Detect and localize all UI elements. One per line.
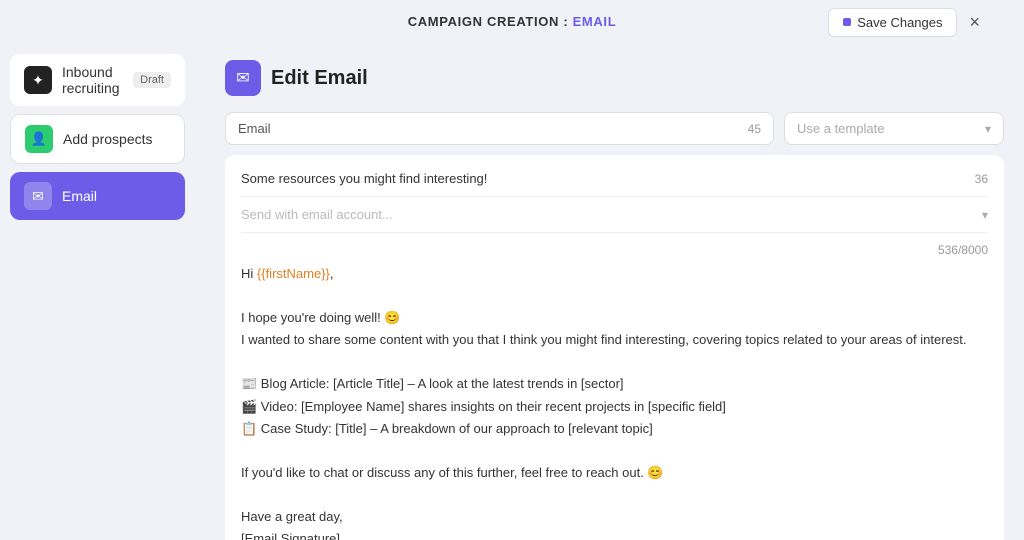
sidebar: ✦ Inbound recruiting Draft 👤 Add prospec… [0,44,195,540]
main-content: ✉ Edit Email Email 45 Use a template ▾ S… [205,44,1024,540]
sidebar-item-email-label: Email [62,188,97,204]
save-changes-button[interactable]: Save Changes [828,8,957,37]
firstname-token: {{firstName}} [257,266,330,281]
edit-email-icon: ✉ [225,60,261,96]
email-body[interactable]: Hi {{firstName}}, I hope you're doing we… [241,263,988,540]
close-button[interactable]: × [965,8,984,37]
sidebar-item-email[interactable]: ✉ Email [10,172,185,220]
sidebar-item-inbound[interactable]: ✦ Inbound recruiting Draft [10,54,185,106]
save-icon [843,18,851,26]
editor-card: Some resources you might find interestin… [225,155,1004,540]
page-title: Edit Email [271,67,368,90]
subject-row: Some resources you might find interestin… [241,171,988,197]
template-placeholder: Use a template [797,121,884,136]
subject-text: Some resources you might find interestin… [241,171,487,186]
add-prospects-icon: 👤 [25,125,53,153]
edit-email-header: ✉ Edit Email [225,60,1004,96]
email-sidebar-icon: ✉ [24,182,52,210]
sidebar-item-add-prospects[interactable]: 👤 Add prospects [10,114,185,164]
subject-char-count: 36 [975,172,988,186]
sidebar-item-add-prospects-label: Add prospects [63,131,153,147]
body-char-count: 536/8000 [938,243,988,257]
email-field-label: Email [238,121,271,136]
template-select[interactable]: Use a template ▾ [784,112,1004,145]
inbound-icon: ✦ [24,66,52,94]
send-account-placeholder: Send with email account... [241,207,393,222]
draft-badge: Draft [133,72,171,88]
char-count-row: 536/8000 [241,243,988,257]
sidebar-item-inbound-label: Inbound recruiting [62,64,123,96]
chevron-down-icon: ▾ [985,122,991,136]
send-account-chevron-icon: ▾ [982,208,988,222]
fields-row: Email 45 Use a template ▾ [225,112,1004,145]
email-field[interactable]: Email 45 [225,112,774,145]
email-char-count: 45 [748,122,761,136]
top-bar: CAMPAIGN CREATION : Email Save Changes × [0,0,1024,44]
campaign-title: CAMPAIGN CREATION : Email [408,13,617,31]
top-bar-actions: Save Changes × [828,8,984,37]
send-account-row[interactable]: Send with email account... ▾ [241,207,988,233]
